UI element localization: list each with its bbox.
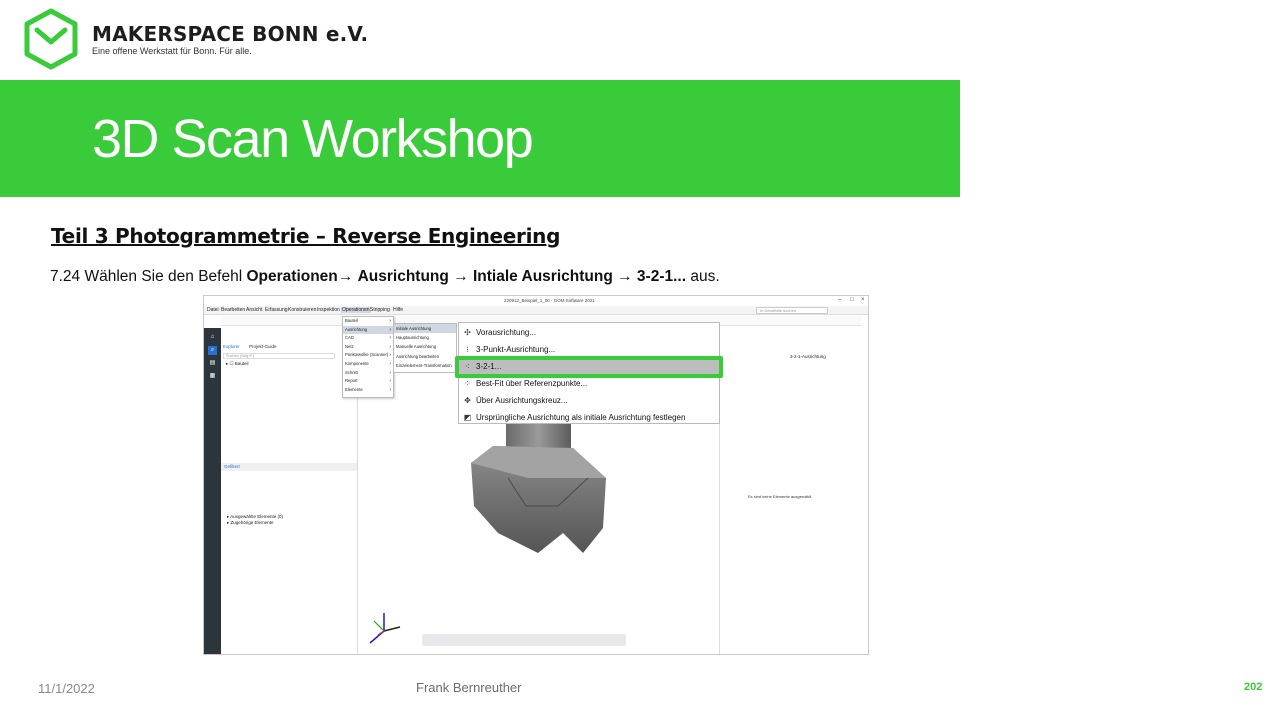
empty-selection-note: Es sind keine Elemente ausgewählt.	[748, 494, 813, 499]
section-title: Teil 3 Photogrammetrie – Reverse Enginee…	[51, 224, 561, 248]
footer-author: Frank Bernreuther	[416, 680, 522, 695]
instruction-text: 7.24 Wählen Sie den Befehl Operationen→ …	[50, 268, 720, 286]
instruction-step-2: Ausrichtung	[357, 268, 449, 285]
menu-item-manuelle-ausrichtung[interactable]: Manuelle Ausrichtung	[394, 342, 456, 351]
menu-datei[interactable]: Datei	[207, 307, 219, 313]
instruction-suffix: aus.	[690, 268, 720, 285]
alignment-panel: 3-2-1-Ausrichtung Es sind keine Elemente…	[719, 328, 868, 654]
title-banner: 3D Scan Workshop	[0, 80, 960, 197]
banner-title: 3D Scan Workshop	[92, 109, 534, 169]
tab-projekt-guide[interactable]: Projekt-Guide	[249, 344, 277, 349]
menu-item-bauteil[interactable]: Bauteil	[343, 317, 393, 326]
pre-alignment-icon: ✣	[464, 328, 471, 337]
menu-item-label: Best-Fit über Referenzpunkte...	[476, 379, 588, 388]
search-icon[interactable]: ⌕	[208, 346, 217, 355]
footer-date: 11/1/2022	[38, 681, 95, 696]
menu-item-ausrichtungskreuz[interactable]: ✥ Über Ausrichtungskreuz...	[459, 392, 719, 409]
menu-item-komponente[interactable]: Komponente	[343, 360, 393, 369]
view-toolbar	[422, 634, 626, 646]
menu-item-elemente[interactable]: Elemente	[343, 386, 393, 395]
software-screenshot: 220912_Beispiel_1_00 - GOM Software 2021…	[203, 295, 869, 655]
menu-operationen[interactable]: Operationen	[341, 307, 371, 313]
help-search-input[interactable]: In Detailhilfe suchen	[756, 307, 828, 314]
window-titlebar: 220912_Beispiel_1_00 - GOM Software 2021…	[204, 296, 868, 306]
organization-tagline: Eine offene Werkstatt für Bonn. Für alle…	[92, 46, 252, 56]
explorer-panel: Explorer Projekt-Guide Suchen (Strg+F) ▸…	[221, 328, 358, 654]
page-number: 202	[1244, 681, 1263, 693]
instruction-step-1: Operationen	[246, 268, 338, 285]
organization-name: MAKERSPACE BONN e.V.	[92, 22, 369, 46]
list-item[interactable]: ▸ Zugehörige Elemente	[227, 520, 283, 526]
menu-ausrichtung-dropdown: Initiale Ausrichtung Hauptausrichtung Ma…	[393, 323, 457, 373]
menu-item-urspruengliche-ausrichtung[interactable]: ◩ Ursprüngliche Ausrichtung als initiale…	[459, 409, 719, 426]
document-icon[interactable]: ▤	[208, 359, 217, 368]
menu-hilfe[interactable]: Hilfe	[393, 307, 403, 313]
highlight-box	[455, 356, 723, 378]
cross-icon: ✥	[464, 396, 471, 405]
menu-konstruieren[interactable]: Konstruieren	[288, 307, 316, 313]
original-alignment-icon: ◩	[463, 413, 472, 422]
instruction-step-4: 3-2-1...	[636, 268, 687, 285]
selected-elements-label: Ausgewählte Elemente (0)	[230, 514, 284, 519]
menu-item-label: Über Ausrichtungskreuz...	[476, 396, 568, 405]
menu-inspektion[interactable]: Inspektion	[317, 307, 340, 313]
menu-ansicht[interactable]: Ansicht	[246, 307, 262, 313]
minimize-icon[interactable]: –	[838, 297, 841, 303]
menu-item-ausrichtung-bearbeiten[interactable]: Ausrichtung bearbeiten	[394, 352, 456, 361]
menu-item-einzelelement-transformation[interactable]: Einzelelement-Transformation	[394, 361, 456, 370]
menu-erfassung[interactable]: Erfassung	[265, 307, 288, 313]
makerspace-logo-icon	[24, 8, 78, 70]
left-icon-sidebar: ⌂ ⌕ ▤ ▦	[204, 328, 221, 654]
menu-bearbeiten[interactable]: Bearbeiten	[221, 307, 245, 313]
arrow-right-icon: →	[453, 268, 469, 285]
instruction-prefix: 7.24 Wählen Sie den Befehl	[50, 268, 243, 285]
menu-item-cad[interactable]: CAD	[343, 334, 393, 343]
menu-item-label: 3-Punkt-Ausrichtung...	[476, 345, 556, 354]
menu-item-schnitt[interactable]: Schnitt	[343, 369, 393, 378]
home-icon[interactable]: ⌂	[208, 333, 217, 342]
menu-item-hauptausrichtung[interactable]: Hauptausrichtung	[394, 333, 456, 342]
menu-item-punktewolke[interactable]: Punktewolke (Scanner)	[343, 351, 393, 360]
best-fit-icon: ⁘	[464, 379, 471, 388]
related-elements-label: Zugehörige Elemente	[230, 520, 274, 525]
tree-item-bauteil[interactable]: ▸ ☐ Bauteil	[226, 361, 249, 367]
menu-item-report[interactable]: Report	[343, 377, 393, 386]
alignment-panel-title: 3-2-1-Ausrichtung	[790, 354, 826, 359]
menu-item-label: Ursprüngliche Ausrichtung als initiale A…	[476, 413, 686, 422]
tree-item-label: Bauteil	[234, 361, 249, 366]
axis-triad-icon	[369, 613, 401, 644]
three-point-icon: ⁝	[466, 345, 469, 354]
tab-explorer[interactable]: Explorer	[223, 344, 240, 349]
instruction-step-3: Intiale Ausrichtung	[473, 268, 613, 285]
lower-panel-list: ▸ Ausgewählte Elemente (0) ▸ Zugehörige …	[227, 514, 283, 526]
explorer-tabs: Explorer Projekt-Guide	[223, 344, 277, 349]
menu-stripping[interactable]: Stripping	[370, 307, 390, 313]
menu-item-initiale-ausrichtung[interactable]: Initiale Ausrichtung	[394, 324, 456, 334]
grid-icon[interactable]: ▦	[208, 372, 217, 381]
window-title: 220912_Beispiel_1_00 - GOM Software 2021	[504, 298, 595, 303]
menu-item-ausrichtung[interactable]: Ausrichtung	[343, 325, 393, 335]
menu-item-label: Vorausrichtung...	[476, 328, 537, 337]
lower-panel-header: Gefiltert	[221, 463, 357, 471]
arrow-right-icon: →	[337, 268, 354, 285]
explorer-search-input[interactable]: Suchen (Strg+F)	[223, 353, 335, 359]
maximize-icon[interactable]: □	[850, 297, 854, 303]
menu-operationen-dropdown: Bauteil Ausrichtung CAD Netz Punktewolke…	[342, 316, 394, 398]
menu-item-netz[interactable]: Netz	[343, 343, 393, 352]
arrow-right-icon: →	[617, 268, 633, 285]
tab-gefiltert[interactable]: Gefiltert	[224, 464, 240, 469]
menu-item-vorausrichtung[interactable]: ✣ Vorausrichtung...	[459, 324, 719, 341]
close-icon[interactable]: ×	[861, 297, 865, 303]
